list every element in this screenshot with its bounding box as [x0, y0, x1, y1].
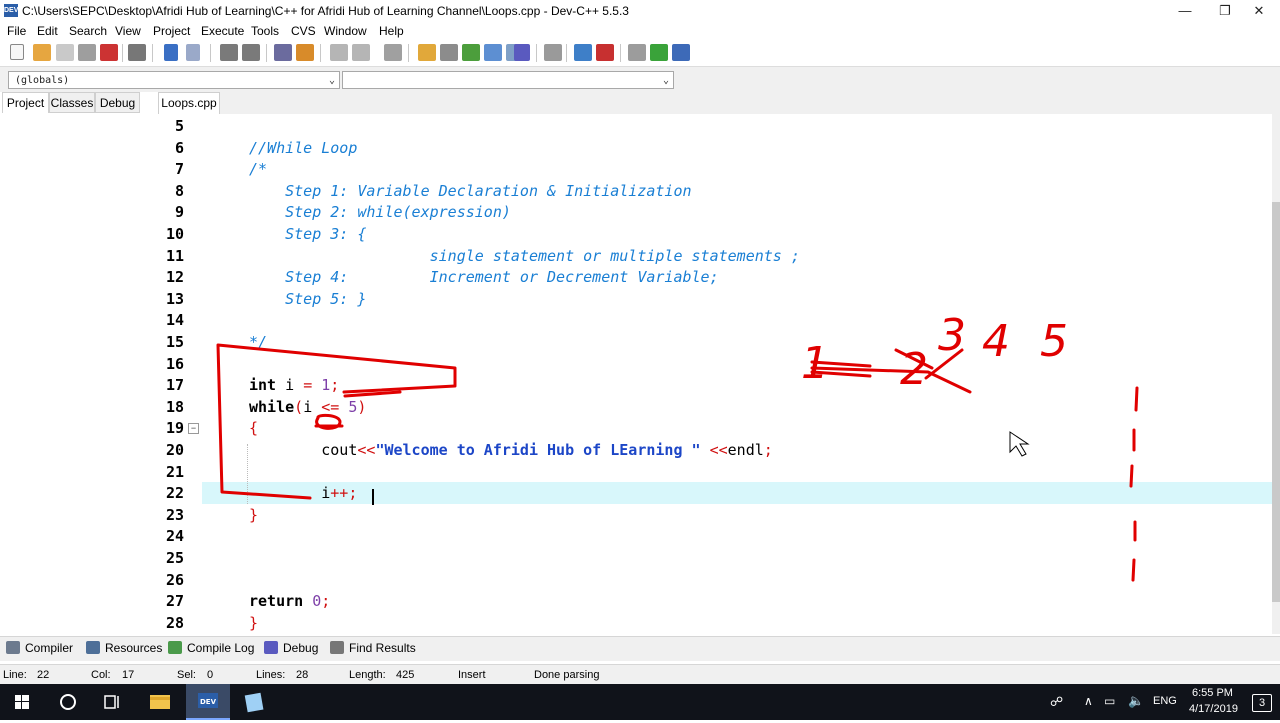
status-insert-mode: Insert [458, 669, 486, 681]
status-line-label: Line: [3, 669, 27, 681]
annotation-digit-5: 5 [1040, 316, 1068, 367]
people-icon[interactable]: ☍ [1050, 694, 1063, 710]
status-lines-label: Lines: [256, 669, 286, 681]
annotation-digit-4: 4 [982, 316, 1010, 367]
annotation-dashed-line [1129, 386, 1139, 582]
volume-icon[interactable]: 🔈 [1128, 693, 1144, 709]
tab-debug-label: Debug [283, 641, 319, 655]
search-circle-icon[interactable] [46, 684, 90, 720]
tab-find-results-label: Find Results [349, 641, 416, 655]
status-sel-value: 0 [207, 669, 214, 681]
windows-start-icon[interactable] [0, 684, 44, 720]
tab-compiler[interactable]: Compiler [6, 641, 73, 655]
annotation-digit-2: 2 [900, 344, 928, 395]
network-icon[interactable]: ▭ [1104, 694, 1115, 708]
notification-count: 3 [1258, 697, 1266, 709]
mouse-pointer-icon [1009, 431, 1030, 457]
resources-icon [86, 641, 100, 654]
tab-compile-log-label: Compile Log [187, 641, 255, 655]
task-view-icon[interactable] [90, 684, 134, 720]
status-line-value: 22 [37, 669, 50, 681]
tab-compile-log[interactable]: Compile Log [168, 641, 254, 655]
status-length-label: Length: [349, 669, 386, 681]
notepad-icon[interactable] [232, 684, 276, 720]
clock-time[interactable]: 6:55 PM [1192, 687, 1233, 699]
debug-check-icon [264, 641, 278, 654]
file-explorer-icon[interactable] [138, 684, 182, 720]
tab-resources[interactable]: Resources [86, 641, 162, 655]
status-length-value: 425 [396, 669, 415, 681]
status-message: Done parsing [534, 669, 600, 681]
status-sel-label: Sel: [177, 669, 196, 681]
status-lines-value: 28 [296, 669, 309, 681]
tab-find-results[interactable]: Find Results [330, 641, 416, 655]
svg-text:DEV: DEV [200, 698, 217, 706]
pen-annotation-overlay: 1 2 3 4 5 [216, 310, 1139, 582]
find-results-icon [330, 641, 344, 654]
clock-date[interactable]: 4/17/2019 [1189, 703, 1238, 715]
status-col-value: 17 [122, 669, 135, 681]
chevron-up-icon[interactable]: ∧ [1084, 694, 1093, 708]
compile-log-icon [168, 641, 182, 654]
annotation-digit-1: 1 [801, 338, 829, 389]
language-indicator[interactable]: ENG [1153, 695, 1177, 707]
devcpp-taskbar-icon[interactable]: DEV [186, 684, 230, 720]
tab-compiler-label: Compiler [25, 641, 74, 655]
annotation-box [216, 343, 457, 500]
compiler-icon [6, 641, 20, 654]
tab-debug-panel[interactable]: Debug [264, 641, 318, 655]
annotation-arrow [810, 366, 972, 394]
bottom-panel-tabs: Compiler Resources Compile Log Debug Fin… [0, 636, 1280, 661]
windows-taskbar: DEV ☍ ∧ ▭ 🔈 ENG 6:55 PM 4/17/2019 3 [0, 684, 1280, 720]
status-col-label: Col: [91, 669, 111, 681]
tab-resources-label: Resources [105, 641, 163, 655]
annotation-digit-3: 3 [938, 310, 966, 361]
action-center-icon[interactable]: 3 [1252, 694, 1272, 712]
status-bar: Line: 22 Col: 17 Sel: 0 Lines: 28 Length… [0, 664, 1280, 685]
